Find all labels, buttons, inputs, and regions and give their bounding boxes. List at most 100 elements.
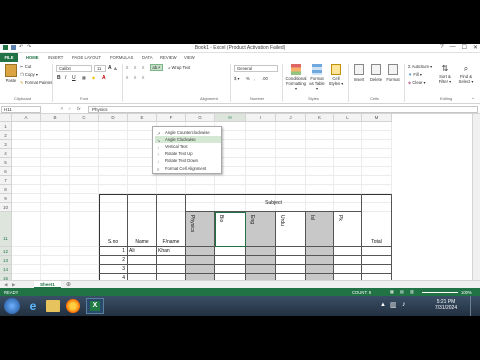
grid-cell[interactable]	[41, 256, 70, 265]
enter-formula-icon[interactable]: ✓	[68, 106, 72, 112]
format-painter-button[interactable]: ✎ Format Painter	[20, 80, 52, 85]
grid-cell[interactable]	[41, 203, 70, 212]
grid-cell[interactable]	[334, 140, 362, 149]
font-size-select[interactable]: 11	[94, 65, 106, 72]
orientation-button[interactable]: ab↗	[150, 64, 163, 71]
column-header-f[interactable]: F	[157, 114, 186, 122]
align-center-icon[interactable]: ≡	[134, 75, 136, 80]
help-button[interactable]: ?	[440, 44, 443, 51]
row-header-1[interactable]: 1	[0, 122, 12, 131]
grid-cell[interactable]	[334, 167, 362, 176]
grid-cell[interactable]	[41, 176, 70, 185]
grid-cell[interactable]	[276, 131, 306, 140]
grid-cell[interactable]	[215, 176, 246, 185]
volume-icon[interactable]: ♪	[402, 301, 406, 308]
formula-input[interactable]: Physics	[88, 106, 478, 113]
grid-cell[interactable]	[276, 158, 306, 167]
grid-cell[interactable]	[70, 131, 99, 140]
sort-filter-button[interactable]: ⇅ Sort & Filter ▾	[436, 64, 454, 84]
grid-cell[interactable]	[41, 185, 70, 194]
grid-cell[interactable]	[70, 256, 99, 265]
grid-cell[interactable]	[41, 194, 70, 203]
column-header-c[interactable]: C	[70, 114, 99, 122]
shrink-font-button[interactable]: A	[114, 66, 117, 71]
tab-view[interactable]: VIEW	[184, 55, 195, 60]
grid-cell[interactable]	[362, 122, 392, 131]
row-header-7[interactable]: 7	[0, 176, 12, 185]
font-color-icon[interactable]: A	[102, 75, 106, 81]
menu-item-angle-clockwise[interactable]: ↘ Angle Clockwise	[155, 136, 221, 143]
grid-cell[interactable]	[246, 149, 276, 158]
grid-cell[interactable]	[12, 185, 41, 194]
grid-cell[interactable]	[362, 176, 392, 185]
grid-cell[interactable]	[12, 265, 41, 274]
row-header-14[interactable]: 14	[0, 265, 12, 274]
grid-cell[interactable]	[362, 185, 392, 194]
number-format-select[interactable]: General	[234, 65, 278, 72]
column-header-d[interactable]: D	[99, 114, 128, 122]
insert-cells-button[interactable]: Insert	[352, 64, 366, 82]
row-header-3[interactable]: 3	[0, 140, 12, 149]
name-box[interactable]: H11	[1, 106, 41, 113]
grid-cell[interactable]	[362, 140, 392, 149]
grid-cell[interactable]	[70, 194, 99, 203]
grid-cell[interactable]	[246, 158, 276, 167]
comma-icon[interactable]: ,	[254, 76, 255, 81]
tab-review[interactable]: REVIEW	[160, 55, 177, 60]
align-top-icon[interactable]: ≡	[126, 65, 128, 70]
tab-home[interactable]: HOME	[26, 55, 39, 60]
cut-button[interactable]: ✂ Cut	[20, 64, 31, 69]
grid-cell[interactable]	[70, 167, 99, 176]
grow-font-button[interactable]: A	[108, 65, 112, 71]
grid-cell[interactable]	[157, 185, 186, 194]
menu-item-angle-counterclockwise[interactable]: ↗ Angle Counterclockwise	[155, 129, 221, 136]
insert-function-icon[interactable]: fx	[77, 106, 81, 111]
grid-cell[interactable]	[246, 140, 276, 149]
grid-cell[interactable]	[12, 203, 41, 212]
grid-cell[interactable]	[99, 131, 128, 140]
grid-cell[interactable]	[334, 122, 362, 131]
copy-button[interactable]: ❐ Copy ▾	[20, 72, 38, 77]
grid-cell[interactable]	[41, 265, 70, 274]
grid-cell[interactable]	[41, 131, 70, 140]
grid-cell[interactable]	[99, 122, 128, 131]
column-header-g[interactable]: G	[186, 114, 215, 122]
grid-cell[interactable]	[70, 140, 99, 149]
grid-cell[interactable]	[12, 247, 41, 256]
grid-cell[interactable]	[306, 131, 334, 140]
maximize-button[interactable]: ☐	[462, 44, 467, 51]
grid-cell[interactable]	[215, 185, 246, 194]
grid-cell[interactable]	[99, 158, 128, 167]
grid-cell[interactable]	[41, 140, 70, 149]
row-header-9[interactable]: 9	[0, 194, 12, 203]
grid-cell[interactable]	[276, 167, 306, 176]
column-header-i[interactable]: I	[246, 114, 276, 122]
column-header-e[interactable]: E	[128, 114, 157, 122]
grid-cell[interactable]	[276, 140, 306, 149]
fill-button[interactable]: ▼ Fill ▾	[408, 72, 422, 77]
grid-cell[interactable]	[157, 176, 186, 185]
zoom-slider[interactable]	[422, 292, 458, 293]
grid-cell[interactable]	[334, 158, 362, 167]
row-header-6[interactable]: 6	[0, 167, 12, 176]
align-left-icon[interactable]: ≡	[126, 75, 128, 80]
grid-cell[interactable]	[334, 176, 362, 185]
grid-cell[interactable]	[306, 149, 334, 158]
grid-cell[interactable]	[70, 158, 99, 167]
percent-icon[interactable]: %	[246, 76, 250, 81]
grid-cell[interactable]	[12, 212, 41, 247]
row-header-8[interactable]: 8	[0, 185, 12, 194]
normal-view-icon[interactable]: ▦	[390, 289, 394, 294]
grid-cell[interactable]	[12, 140, 41, 149]
currency-icon[interactable]: $ ▾	[234, 76, 240, 81]
grid-cell[interactable]	[246, 122, 276, 131]
grid-cell[interactable]	[334, 149, 362, 158]
bold-button[interactable]: B	[57, 75, 61, 81]
grid-cell[interactable]	[306, 176, 334, 185]
tab-page-layout[interactable]: PAGE LAYOUT	[72, 55, 101, 60]
align-right-icon[interactable]: ≡	[142, 75, 144, 80]
grid-cell[interactable]	[362, 131, 392, 140]
row-header-2[interactable]: 2	[0, 131, 12, 140]
grid-cell[interactable]	[41, 158, 70, 167]
grid-cell[interactable]	[70, 247, 99, 256]
